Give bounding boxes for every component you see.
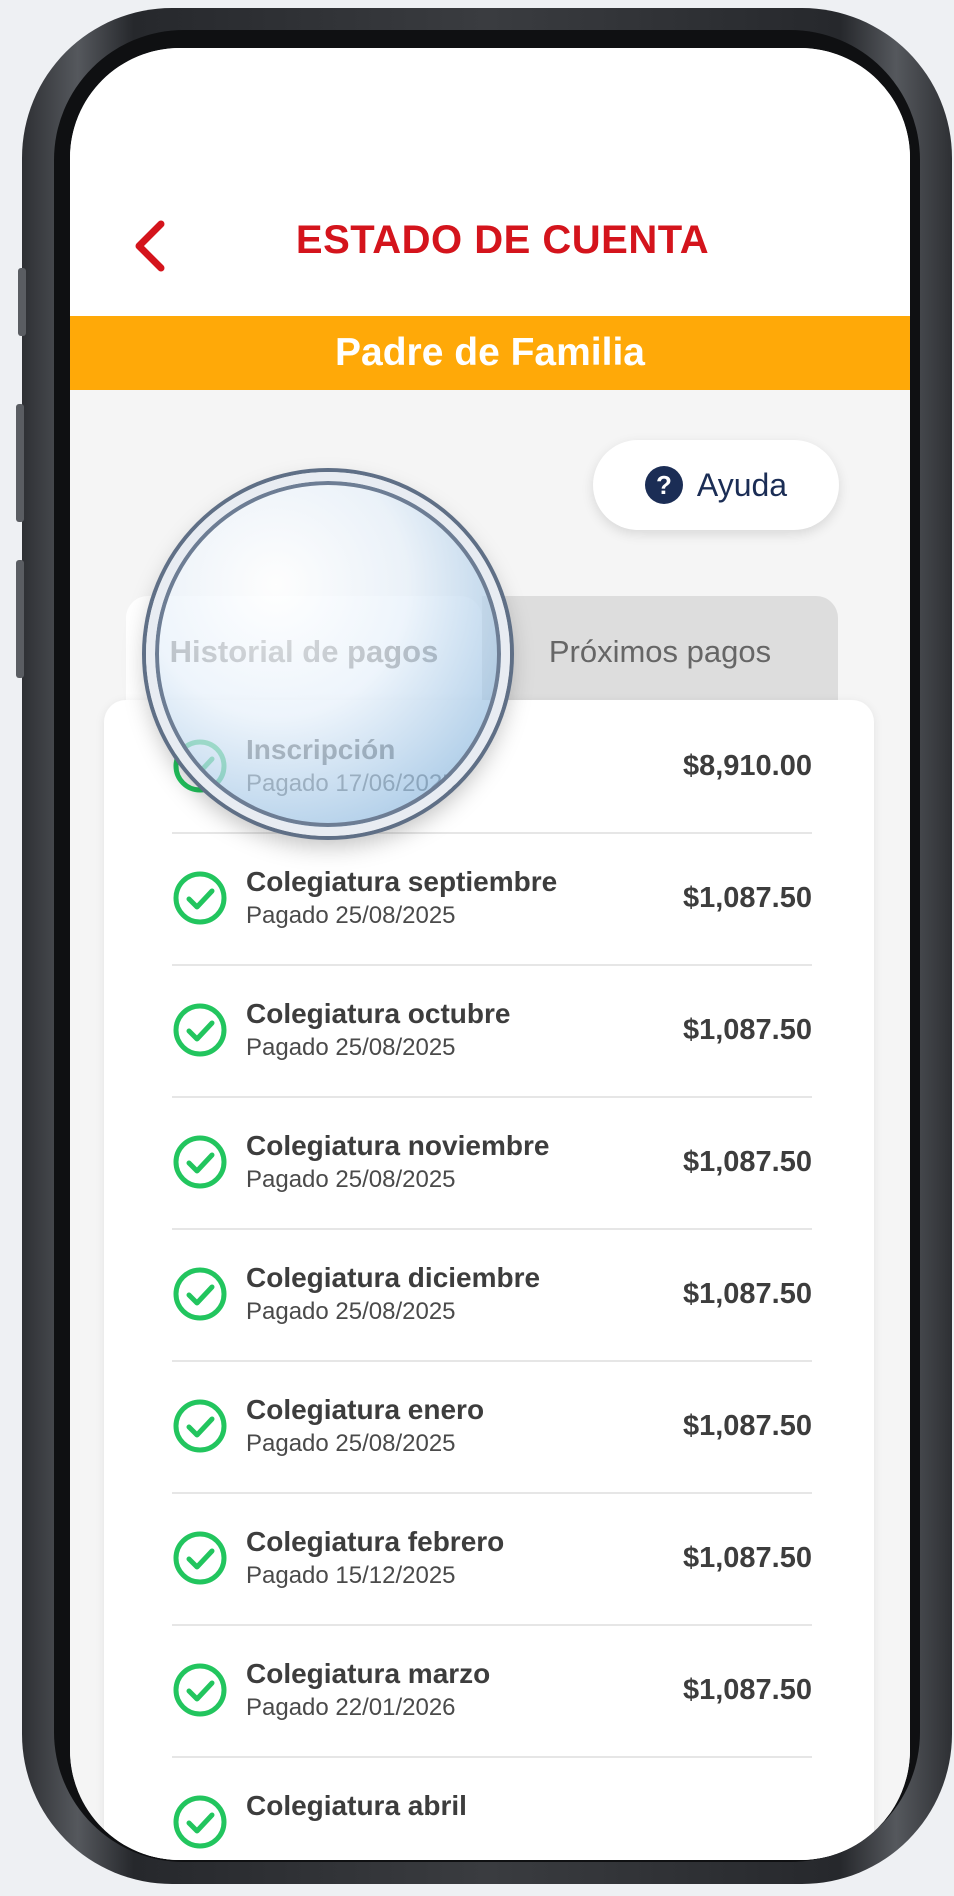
payment-date: Pagado 25/08/2025 xyxy=(246,1430,456,1457)
check-circle-icon xyxy=(172,1662,228,1718)
list-item[interactable]: Colegiatura febrero Pagado 15/12/2025 $1… xyxy=(172,1492,812,1626)
payment-amount: $1,087.50 xyxy=(682,882,812,914)
phone-side-button xyxy=(18,268,26,336)
help-button-label: Ayuda xyxy=(696,466,788,503)
phone-volume-down-button xyxy=(16,560,24,678)
tab-historial-de-pagos[interactable]: Historial de pagos xyxy=(126,596,482,708)
payment-tabs: Historial de pagos Próximos pagos xyxy=(126,596,838,708)
payment-date: Pagado 25/08/2025 xyxy=(246,1298,456,1325)
payment-name: Colegiatura enero xyxy=(246,1394,485,1425)
check-circle-icon xyxy=(172,1794,228,1850)
payment-name: Colegiatura septiembre xyxy=(246,866,558,897)
payment-amount: $1,087.50 xyxy=(682,1014,812,1046)
payment-name: Colegiatura marzo xyxy=(246,1658,491,1689)
list-item[interactable]: Colegiatura noviembre Pagado 25/08/2025 … xyxy=(172,1096,812,1230)
payment-date: Pagado 15/12/2025 xyxy=(246,1562,456,1589)
list-item[interactable]: Colegiatura marzo Pagado 22/01/2026 $1,0… xyxy=(172,1624,812,1758)
check-circle-icon xyxy=(172,1266,228,1322)
check-circle-icon xyxy=(172,738,228,794)
question-circle-icon: ? xyxy=(644,466,683,504)
list-item[interactable]: Colegiatura enero Pagado 25/08/2025 $1,0… xyxy=(172,1360,812,1494)
payment-name: Colegiatura abril xyxy=(246,1790,467,1821)
check-circle-icon xyxy=(172,1134,228,1190)
app-header: ESTADO DE CUENTA xyxy=(70,48,910,316)
payment-amount: $1,087.50 xyxy=(682,1146,812,1178)
payment-date: Pagado 25/08/2025 xyxy=(246,902,456,929)
tab-proximos-pagos[interactable]: Próximos pagos xyxy=(482,596,838,708)
role-banner: Padre de Familia xyxy=(70,316,910,390)
payment-name: Inscripción xyxy=(246,734,396,765)
payment-amount: $1,087.50 xyxy=(682,1410,812,1442)
phone-volume-up-button xyxy=(16,404,24,522)
help-button[interactable]: ? Ayuda xyxy=(593,440,839,530)
payment-amount: $1,087.50 xyxy=(682,1542,812,1574)
payment-date: Pagado 17/06/2025 xyxy=(246,770,456,797)
payment-amount: $1,087.50 xyxy=(682,1674,812,1706)
payment-name: Colegiatura febrero xyxy=(246,1526,505,1557)
payments-list: Inscripción Pagado 17/06/2025 $8,910.00 … xyxy=(104,700,874,1860)
check-circle-icon xyxy=(172,1530,228,1586)
list-item[interactable]: Inscripción Pagado 17/06/2025 $8,910.00 xyxy=(172,700,812,834)
page-title: ESTADO DE CUENTA xyxy=(295,218,710,262)
check-circle-icon xyxy=(172,1002,228,1058)
payment-date: Pagado 22/01/2026 xyxy=(246,1694,456,1721)
list-item[interactable]: Colegiatura diciembre Pagado 25/08/2025 … xyxy=(172,1228,812,1362)
payment-name: Colegiatura octubre xyxy=(246,998,511,1029)
list-item[interactable]: Colegiatura abril xyxy=(172,1756,812,1860)
app-screen: ESTADO DE CUENTA Padre de Familia ? Ayud… xyxy=(70,48,910,1860)
payment-date: Pagado 25/08/2025 xyxy=(246,1166,456,1193)
check-circle-icon xyxy=(172,870,228,926)
list-item[interactable]: Colegiatura octubre Pagado 25/08/2025 $1… xyxy=(172,964,812,1098)
payment-amount: $1,087.50 xyxy=(682,1278,812,1310)
payment-name: Colegiatura diciembre xyxy=(246,1262,541,1293)
list-item[interactable]: Colegiatura septiembre Pagado 25/08/2025… xyxy=(172,832,812,966)
payment-name: Colegiatura noviembre xyxy=(246,1130,550,1161)
payment-amount: $8,910.00 xyxy=(682,750,812,782)
payment-date: Pagado 25/08/2025 xyxy=(246,1034,456,1061)
check-circle-icon xyxy=(172,1398,228,1454)
